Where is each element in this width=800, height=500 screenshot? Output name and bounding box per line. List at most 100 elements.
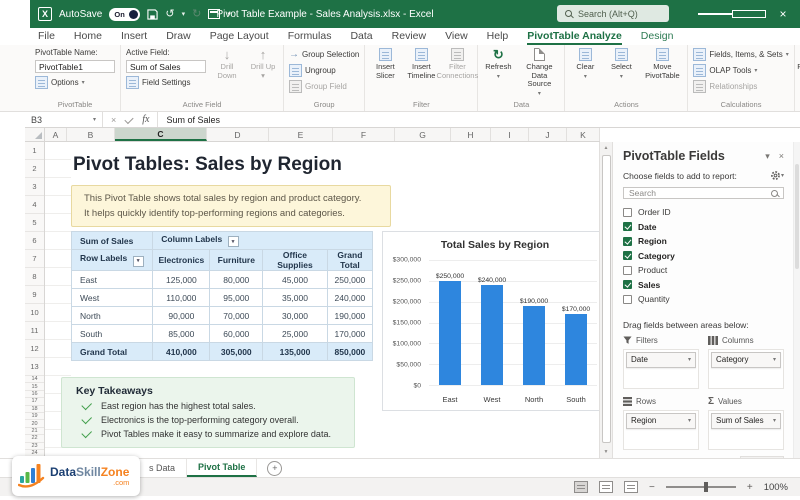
field-item-region[interactable]: Region xyxy=(623,234,784,249)
row-header-13[interactable]: 13 xyxy=(25,358,44,376)
pivot-cell[interactable]: 305,000 xyxy=(209,342,264,361)
pivot-cell[interactable]: 250,000 xyxy=(326,270,374,289)
worksheet-scrollbar[interactable]: ▲ ▼ xyxy=(599,142,612,458)
row-header-14[interactable]: 14 xyxy=(25,376,44,384)
clear-button[interactable]: Clear ▾ xyxy=(570,48,600,81)
menu-tab-help[interactable]: Help xyxy=(487,30,509,45)
field-checkbox[interactable] xyxy=(623,207,632,217)
field-item-quantity[interactable]: Quantity xyxy=(623,292,784,307)
row-header-11[interactable]: 11 xyxy=(25,322,44,340)
undo-icon[interactable]: ↺ xyxy=(165,8,174,20)
field-checkbox[interactable] xyxy=(623,280,632,290)
row-header-10[interactable]: 10 xyxy=(25,304,44,322)
insert-timeline-button[interactable]: Insert Timeline xyxy=(406,48,436,80)
column-header-F[interactable]: F xyxy=(333,128,395,141)
page-layout-view-button[interactable] xyxy=(599,481,613,493)
field-settings-button[interactable]: Field Settings xyxy=(126,76,206,89)
row-header-8[interactable]: 8 xyxy=(25,268,44,286)
pivot-cell[interactable]: 45,000 xyxy=(262,270,328,289)
pivot-cell[interactable]: 70,000 xyxy=(209,306,264,325)
field-item-category[interactable]: Category xyxy=(623,249,784,264)
formula-input[interactable]: Sum of Sales xyxy=(158,115,800,125)
row-header-3[interactable]: 3 xyxy=(25,178,44,196)
name-box-dropdown-icon[interactable]: ▾ xyxy=(93,116,96,123)
fields-search-input[interactable]: Search xyxy=(623,187,784,199)
pivot-cell[interactable]: 135,000 xyxy=(262,342,328,361)
menu-tab-formulas[interactable]: Formulas xyxy=(288,30,332,45)
column-header-B[interactable]: B xyxy=(67,128,115,141)
values-field-chip[interactable]: Sum of Sales ▾ xyxy=(711,412,781,429)
row-header-1[interactable]: 1 xyxy=(25,142,44,160)
normal-view-button[interactable] xyxy=(574,481,588,493)
sales-chart[interactable]: Total Sales by Region $300,000 $250,000 $2… xyxy=(382,231,599,411)
column-header-E[interactable]: E xyxy=(269,128,333,141)
row-header-23[interactable]: 23 xyxy=(25,443,44,450)
row-header-12[interactable]: 12 xyxy=(25,340,44,358)
pivot-cell[interactable]: West xyxy=(70,288,154,307)
pivot-cell[interactable]: 850,000 xyxy=(326,342,374,361)
field-item-date[interactable]: Date xyxy=(623,220,784,235)
active-field-input[interactable]: Sum of Sales xyxy=(126,60,206,73)
row-header-22[interactable]: 22 xyxy=(25,435,44,443)
sheet-tab-pivot-table[interactable]: Pivot Table xyxy=(187,459,258,477)
pivot-cell[interactable]: 80,000 xyxy=(209,270,264,289)
columns-field-chip[interactable]: Category ▾ xyxy=(711,351,781,368)
scroll-down-icon[interactable]: ▼ xyxy=(600,449,612,455)
column-header-H[interactable]: H xyxy=(451,128,491,141)
row-header-17[interactable]: 17 xyxy=(25,398,44,406)
insert-slicer-button[interactable]: Insert Slicer xyxy=(370,48,400,80)
filters-area[interactable]: Filters Date ▾ xyxy=(623,335,699,389)
close-button[interactable]: × xyxy=(766,0,800,28)
menu-tab-data[interactable]: Data xyxy=(350,30,372,45)
row-header-15[interactable]: 15 xyxy=(25,383,44,391)
menu-tab-pivottable-analyze[interactable]: PivotTable Analyze xyxy=(527,30,622,45)
titlebar-search[interactable]: Search (Alt+Q) xyxy=(557,5,669,22)
row-header-19[interactable]: 19 xyxy=(25,413,44,421)
row-header-18[interactable]: 18 xyxy=(25,406,44,413)
filter-dropdown-icon[interactable]: ▾ xyxy=(227,236,239,248)
field-item-product[interactable]: Product xyxy=(623,263,784,278)
pivot-cell[interactable]: North xyxy=(70,306,154,325)
pivot-cell[interactable]: 35,000 xyxy=(262,288,328,307)
menu-tab-review[interactable]: Review xyxy=(392,30,426,45)
pivot-cell[interactable]: Row Labels ▾ xyxy=(70,249,154,271)
menu-tab-page-layout[interactable]: Page Layout xyxy=(210,30,269,45)
bar-west[interactable] xyxy=(481,285,503,385)
filters-field-chip[interactable]: Date ▾ xyxy=(626,351,696,368)
column-header-I[interactable]: I xyxy=(491,128,529,141)
pivot-cell[interactable]: 170,000 xyxy=(326,324,374,343)
rows-field-chip[interactable]: Region ▾ xyxy=(626,412,696,429)
column-header-A[interactable]: A xyxy=(45,128,67,141)
pivot-cell[interactable]: 90,000 xyxy=(152,306,211,325)
column-header-G[interactable]: G xyxy=(395,128,451,141)
menu-tab-file[interactable]: File xyxy=(38,30,55,45)
row-header-5[interactable]: 5 xyxy=(25,214,44,232)
select-all-corner[interactable] xyxy=(25,128,45,141)
pivot-cell[interactable]: 410,000 xyxy=(152,342,211,361)
pivot-cell[interactable]: 125,000 xyxy=(152,270,211,289)
pivot-cell[interactable]: 240,000 xyxy=(326,288,374,307)
panel-close-icon[interactable]: × xyxy=(779,151,784,161)
row-header-4[interactable]: 4 xyxy=(25,196,44,214)
insert-function-icon[interactable]: fx xyxy=(142,114,149,125)
pivot-cell[interactable]: Electronics xyxy=(152,249,211,271)
undo-dropdown-icon[interactable]: ▾ xyxy=(182,10,186,18)
field-checkbox[interactable] xyxy=(623,265,632,275)
refresh-button[interactable]: ↻ Refresh ▾ xyxy=(483,48,513,81)
maximize-button[interactable] xyxy=(732,0,766,28)
pivot-cell[interactable]: 110,000 xyxy=(152,288,211,307)
field-checkbox[interactable] xyxy=(623,251,632,261)
change-data-source-button[interactable]: Change Data Source ▾ xyxy=(519,48,559,98)
save-icon[interactable] xyxy=(147,8,159,20)
pivot-cell[interactable]: 60,000 xyxy=(209,324,264,343)
column-header-J[interactable]: J xyxy=(529,128,567,141)
pivot-table[interactable]: Sum of Sales Column Labels ▾ Row Labels ▾ E… xyxy=(70,231,374,361)
zoom-level[interactable]: 100% xyxy=(764,482,788,493)
field-checkbox[interactable] xyxy=(623,222,632,232)
customize-quick-access-icon[interactable] xyxy=(208,9,221,19)
field-checkbox[interactable] xyxy=(623,236,632,246)
pivot-cell[interactable]: 85,000 xyxy=(152,324,211,343)
group-selection-button[interactable]: → Group Selection xyxy=(289,48,359,61)
pivot-cell[interactable]: Grand Total xyxy=(326,249,374,271)
pivot-cell[interactable]: Column Labels ▾ xyxy=(152,231,373,250)
